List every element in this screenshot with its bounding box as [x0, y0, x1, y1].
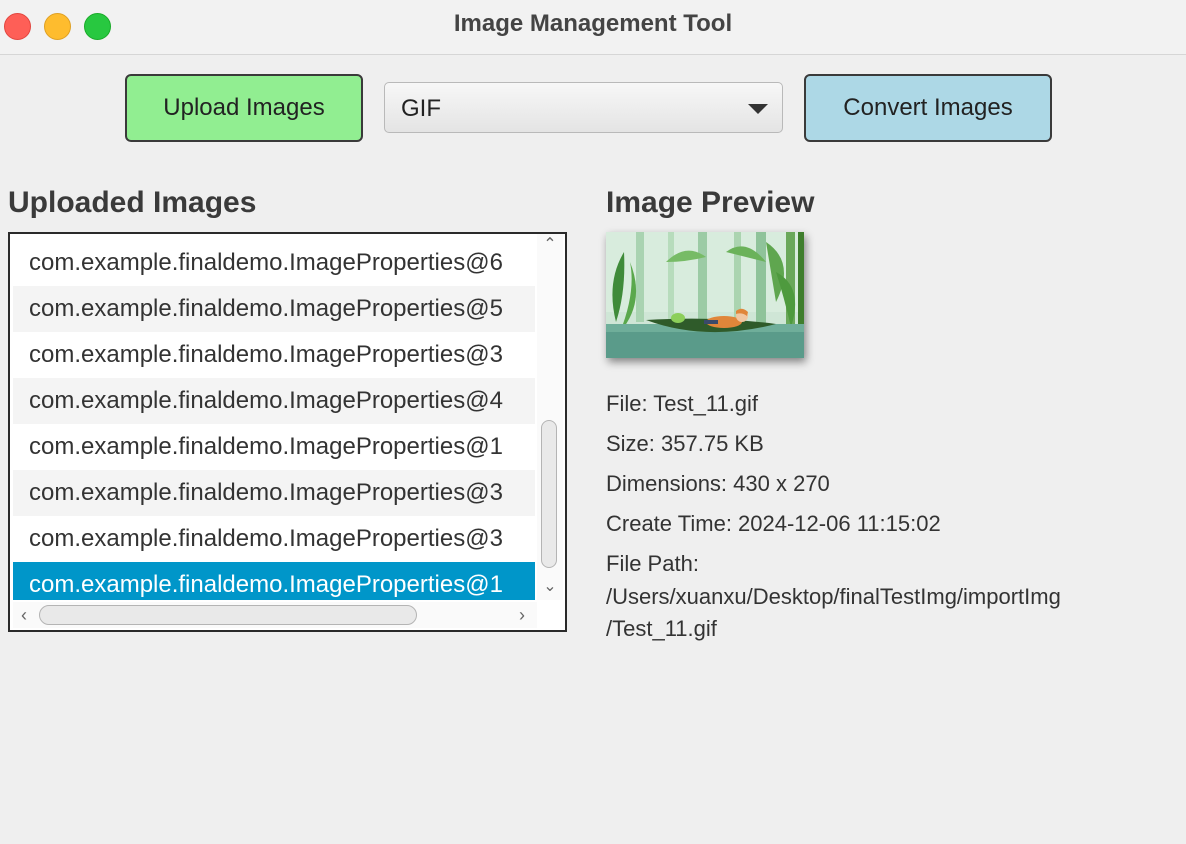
title-bar: Image Management Tool — [0, 0, 1186, 55]
window-title: Image Management Tool — [453, 10, 733, 37]
image-preview-heading: Image Preview — [606, 186, 815, 219]
list-item[interactable]: com.example.finaldemo.ImageProperties@3 — [13, 470, 535, 516]
list-item[interactable]: com.example.finaldemo.ImageProperties@6 — [13, 240, 535, 286]
list-item-selected[interactable]: com.example.finaldemo.ImageProperties@1 — [13, 562, 535, 600]
image-preview-thumbnail — [606, 232, 804, 358]
scroll-down-icon[interactable]: ⌄ — [543, 579, 557, 595]
scroll-up-icon[interactable]: ⌃ — [543, 237, 557, 253]
format-select-value: GIF — [401, 95, 441, 122]
chevron-down-icon — [748, 104, 768, 114]
list-item[interactable]: com.example.finaldemo.ImageProperties@1 — [13, 424, 535, 470]
file-path-line1: /Users/xuanxu/Desktop/finalTestImg/impor… — [606, 584, 1061, 609]
list-viewport: com.example.finaldemo.ImageProperties@6 … — [13, 240, 535, 600]
create-time-label: Create Time: 2024-12-06 11:15:02 — [606, 511, 941, 536]
vertical-scroll-thumb[interactable] — [541, 420, 557, 568]
horizontal-scroll-thumb[interactable] — [39, 605, 417, 625]
list-item[interactable]: com.example.finaldemo.ImageProperties@4 — [13, 378, 535, 424]
uploaded-images-list[interactable]: com.example.finaldemo.ImageProperties@6 … — [8, 232, 567, 632]
dimensions-label: Dimensions: 430 x 270 — [606, 471, 830, 496]
format-select[interactable]: GIF — [384, 82, 783, 133]
scroll-right-icon[interactable]: › — [515, 606, 529, 624]
scroll-left-icon[interactable]: ‹ — [17, 606, 31, 624]
file-path-line2: /Test_11.gif — [606, 616, 717, 641]
file-path-label: File Path: — [606, 551, 699, 576]
file-size-label: Size: 357.75 KB — [606, 431, 764, 456]
vertical-scrollbar[interactable]: ⌃ ⌄ — [537, 234, 563, 600]
list-item[interactable]: com.example.finaldemo.ImageProperties@3 — [13, 516, 535, 562]
list-item[interactable]: com.example.finaldemo.ImageProperties@5 — [13, 286, 535, 332]
convert-images-button[interactable]: Convert Images — [804, 74, 1052, 142]
upload-images-button[interactable]: Upload Images — [125, 74, 363, 142]
horizontal-scrollbar[interactable]: ‹ › — [13, 602, 537, 628]
file-name-label: File: Test_11.gif — [606, 391, 759, 416]
uploaded-images-heading: Uploaded Images — [8, 186, 257, 219]
list-item[interactable]: com.example.finaldemo.ImageProperties@3 — [13, 332, 535, 378]
